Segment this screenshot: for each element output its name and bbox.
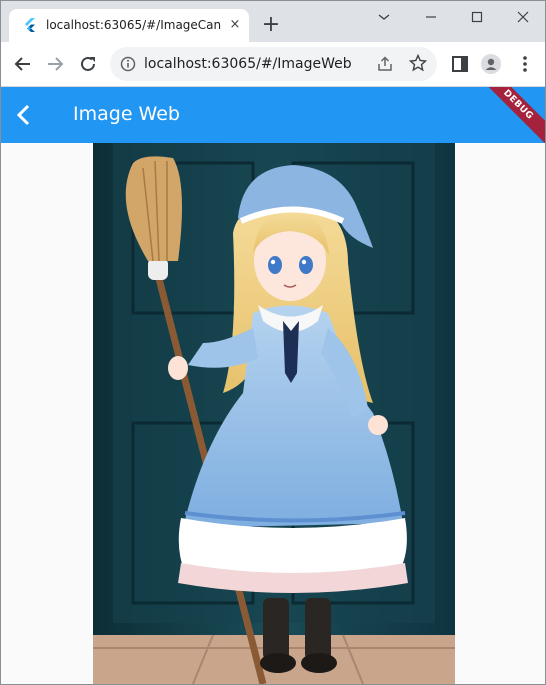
new-tab-button[interactable]: +	[259, 14, 283, 38]
close-icon	[517, 11, 529, 23]
tab-close-icon[interactable]: ×	[226, 16, 244, 34]
browser-toolbar: localhost:63065/#/ImageWeb	[1, 42, 545, 87]
minimize-button[interactable]	[361, 1, 407, 33]
browser-window: localhost:63065/#/ImageCanvas × + localh…	[0, 0, 546, 685]
tab-strip: localhost:63065/#/ImageCanvas × +	[1, 1, 545, 42]
anime-girl-image	[93, 143, 455, 684]
flutter-icon	[25, 18, 35, 32]
arrow-left-icon	[14, 57, 30, 71]
reload-icon	[81, 56, 95, 71]
back-arrow-icon[interactable]	[11, 101, 39, 129]
share-icon[interactable]	[376, 55, 394, 73]
app-bar: Image Web DEBUG	[1, 87, 545, 143]
page-title: Image Web	[73, 103, 180, 125]
url-text: localhost:63065/#/ImageWeb	[144, 56, 352, 72]
maximize-button[interactable]	[454, 1, 500, 33]
tab-title: localhost:63065/#/ImageCanvas	[46, 18, 221, 32]
debug-banner: DEBUG	[473, 87, 545, 143]
minimize-icon	[378, 14, 390, 20]
bookmark-star-icon[interactable]	[409, 54, 427, 72]
menu-dots-icon[interactable]	[515, 54, 535, 74]
profile-avatar-icon[interactable]	[481, 54, 501, 74]
browser-tab[interactable]: localhost:63065/#/ImageCanvas ×	[9, 9, 249, 42]
forward-button[interactable]	[39, 48, 71, 80]
close-window-button[interactable]	[500, 1, 545, 33]
page-body	[1, 143, 545, 684]
address-bar[interactable]: localhost:63065/#/ImageWeb	[110, 47, 437, 81]
maximize-icon	[471, 11, 483, 23]
site-info-icon[interactable]	[120, 56, 136, 72]
minimize-window-button[interactable]	[408, 1, 454, 33]
reload-button[interactable]	[72, 48, 104, 80]
side-panel-icon[interactable]	[450, 54, 470, 74]
arrow-right-icon	[48, 57, 64, 71]
minimize-line-icon	[426, 16, 436, 18]
back-button[interactable]	[7, 48, 39, 80]
